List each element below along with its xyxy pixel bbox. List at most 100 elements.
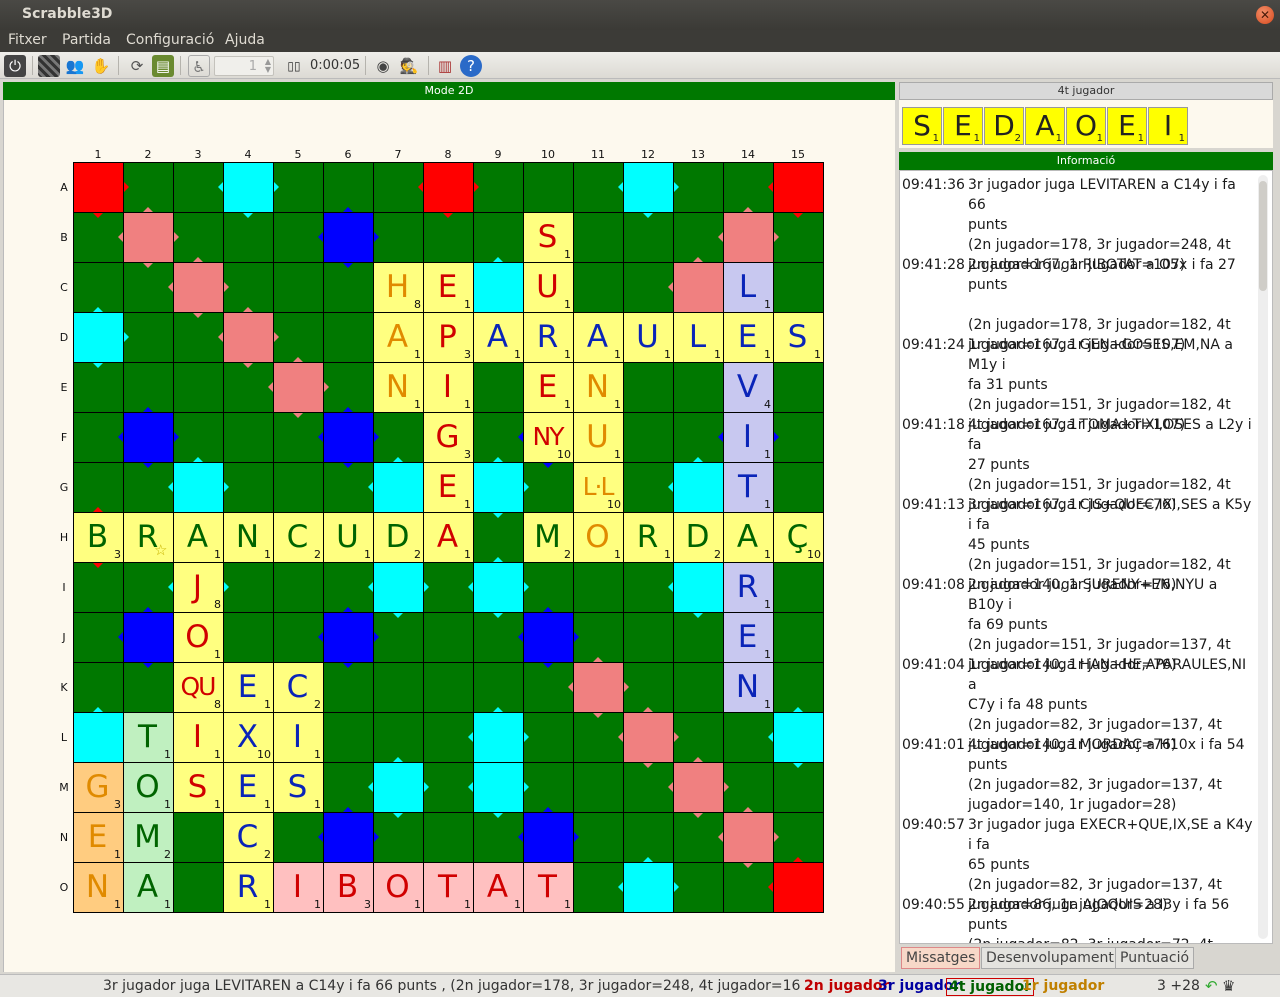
board-cell[interactable] <box>324 463 373 512</box>
board-cell[interactable] <box>724 713 773 762</box>
board-cell[interactable] <box>624 163 673 212</box>
crown-icon[interactable]: ♛ <box>1222 977 1235 995</box>
letter-tile[interactable]: L1 <box>674 313 723 362</box>
board-cell[interactable]: M2 <box>124 813 173 862</box>
letter-tile[interactable]: J8 <box>174 563 223 612</box>
letter-tile[interactable]: E1 <box>724 313 773 362</box>
board-cell[interactable] <box>674 363 723 412</box>
board-cell[interactable] <box>74 663 123 712</box>
letter-tile[interactable]: L1 <box>724 263 773 312</box>
board-cell[interactable]: A1 <box>724 513 773 562</box>
board-cell[interactable] <box>574 563 623 612</box>
board-cell[interactable]: I1 <box>424 363 473 412</box>
board-cell[interactable] <box>274 813 323 862</box>
board-cell[interactable] <box>274 163 323 212</box>
board-cell[interactable] <box>324 713 373 762</box>
board-cell[interactable] <box>574 663 623 712</box>
board-cell[interactable] <box>674 463 723 512</box>
letter-tile[interactable]: G3 <box>424 413 473 462</box>
board-cell[interactable] <box>574 163 623 212</box>
board-cell[interactable] <box>624 613 673 662</box>
board-cell[interactable] <box>524 763 573 812</box>
board-cell[interactable]: G3 <box>74 763 123 812</box>
board-cell[interactable] <box>624 863 673 912</box>
board-cell[interactable] <box>624 263 673 312</box>
board-cell[interactable] <box>424 163 473 212</box>
board-cell[interactable] <box>424 663 473 712</box>
board-cell[interactable]: A1 <box>474 863 523 912</box>
board-cell[interactable]: I1 <box>274 713 323 762</box>
board-cell[interactable]: I1 <box>274 863 323 912</box>
board-cell[interactable]: A1 <box>424 513 473 562</box>
dictionary-icon[interactable]: ▥ <box>434 55 456 77</box>
board-cell[interactable] <box>424 213 473 262</box>
board-cell[interactable]: S1 <box>524 213 573 262</box>
board-cell[interactable] <box>374 713 423 762</box>
board-cell[interactable] <box>774 613 823 662</box>
letter-tile[interactable]: E1 <box>524 363 573 412</box>
board-cell[interactable]: X 10 <box>224 713 273 762</box>
board-cell[interactable] <box>774 663 823 712</box>
board-cell[interactable] <box>624 213 673 262</box>
power-icon[interactable]: ⏻ <box>4 55 26 77</box>
board-cell[interactable] <box>274 313 323 362</box>
board-cell[interactable] <box>524 663 573 712</box>
board-cell[interactable] <box>174 313 223 362</box>
board-cell[interactable]: C2 <box>274 513 323 562</box>
letter-tile[interactable]: T1 <box>524 863 573 912</box>
letter-tile[interactable]: N1 <box>574 363 623 412</box>
board-cell[interactable] <box>124 213 173 262</box>
letter-tile[interactable]: H8 <box>374 263 423 312</box>
letter-tile[interactable]: A1 <box>474 863 523 912</box>
board-cell[interactable] <box>474 413 523 462</box>
letter-tile[interactable]: E1 <box>224 663 273 712</box>
board-cell[interactable]: L1 <box>724 263 773 312</box>
rack-tile[interactable]: A1 <box>1025 107 1065 145</box>
board-cell[interactable]: G3 <box>424 413 473 462</box>
board-cell[interactable] <box>674 763 723 812</box>
board-cell[interactable] <box>774 713 823 762</box>
board-cell[interactable] <box>624 813 673 862</box>
board-cell[interactable]: A1 <box>124 863 173 912</box>
board-cell[interactable]: B3 <box>74 513 123 562</box>
board-cell[interactable] <box>424 613 473 662</box>
board-cell[interactable] <box>424 563 473 612</box>
board-cell[interactable] <box>324 213 373 262</box>
board-cell[interactable] <box>524 613 573 662</box>
board-cell[interactable] <box>374 663 423 712</box>
board-cell[interactable]: R1 <box>524 313 573 362</box>
board-cell[interactable]: O1 <box>374 863 423 912</box>
board-cell[interactable] <box>374 563 423 612</box>
letter-tile[interactable]: V4 <box>724 363 773 412</box>
board-cell[interactable] <box>124 163 173 212</box>
board-cell[interactable] <box>174 463 223 512</box>
refresh-icon[interactable]: ⟳ <box>126 55 148 77</box>
tab-puntuacio[interactable]: Puntuació <box>1115 947 1195 969</box>
letter-tile[interactable]: D2 <box>374 513 423 562</box>
board-cell[interactable] <box>574 763 623 812</box>
rack-tile[interactable]: I1 <box>1148 107 1188 145</box>
board-cell[interactable] <box>724 813 773 862</box>
letter-tile[interactable]: S1 <box>524 213 573 262</box>
board-cell[interactable] <box>374 813 423 862</box>
board-cell[interactable] <box>774 463 823 512</box>
board-cell[interactable] <box>274 463 323 512</box>
letter-tile[interactable]: R1 <box>624 513 673 562</box>
board-cell[interactable] <box>674 263 723 312</box>
board-cell[interactable]: E1 <box>724 613 773 662</box>
board-cell[interactable] <box>624 363 673 412</box>
board-cell[interactable]: D2 <box>374 513 423 562</box>
board-cell[interactable] <box>224 463 273 512</box>
board-cell[interactable] <box>774 413 823 462</box>
letter-tile[interactable]: B3 <box>324 863 373 912</box>
board-cell[interactable]: QU 8 <box>174 663 223 712</box>
board-cell[interactable]: T1 <box>424 863 473 912</box>
board-cell[interactable] <box>74 713 123 762</box>
letter-tile[interactable]: R1 <box>724 563 773 612</box>
letter-tile[interactable]: A1 <box>174 513 223 562</box>
board-cell[interactable] <box>274 263 323 312</box>
board-cell[interactable] <box>324 263 373 312</box>
scroll-thumb[interactable] <box>1259 181 1267 291</box>
board-cell[interactable] <box>174 213 223 262</box>
quantity-stepper[interactable]: 1 ▲ ▼ <box>214 56 274 76</box>
